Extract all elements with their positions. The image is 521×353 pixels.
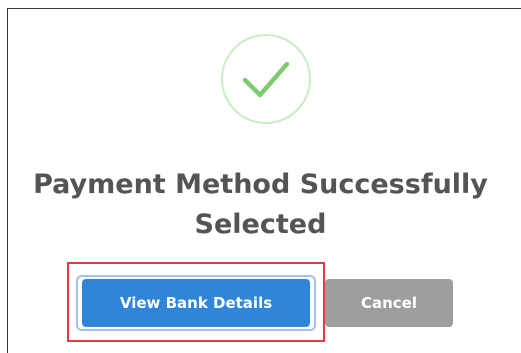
screen: Payment Method Successfully Selected Vie… [0, 0, 521, 353]
checkmark-icon [242, 61, 290, 98]
check-circle-icon [221, 34, 311, 124]
dialog-title: Payment Method Successfully Selected [33, 169, 488, 240]
view-bank-details-button[interactable]: View Bank Details [82, 279, 310, 327]
cancel-button[interactable]: Cancel [325, 279, 453, 327]
